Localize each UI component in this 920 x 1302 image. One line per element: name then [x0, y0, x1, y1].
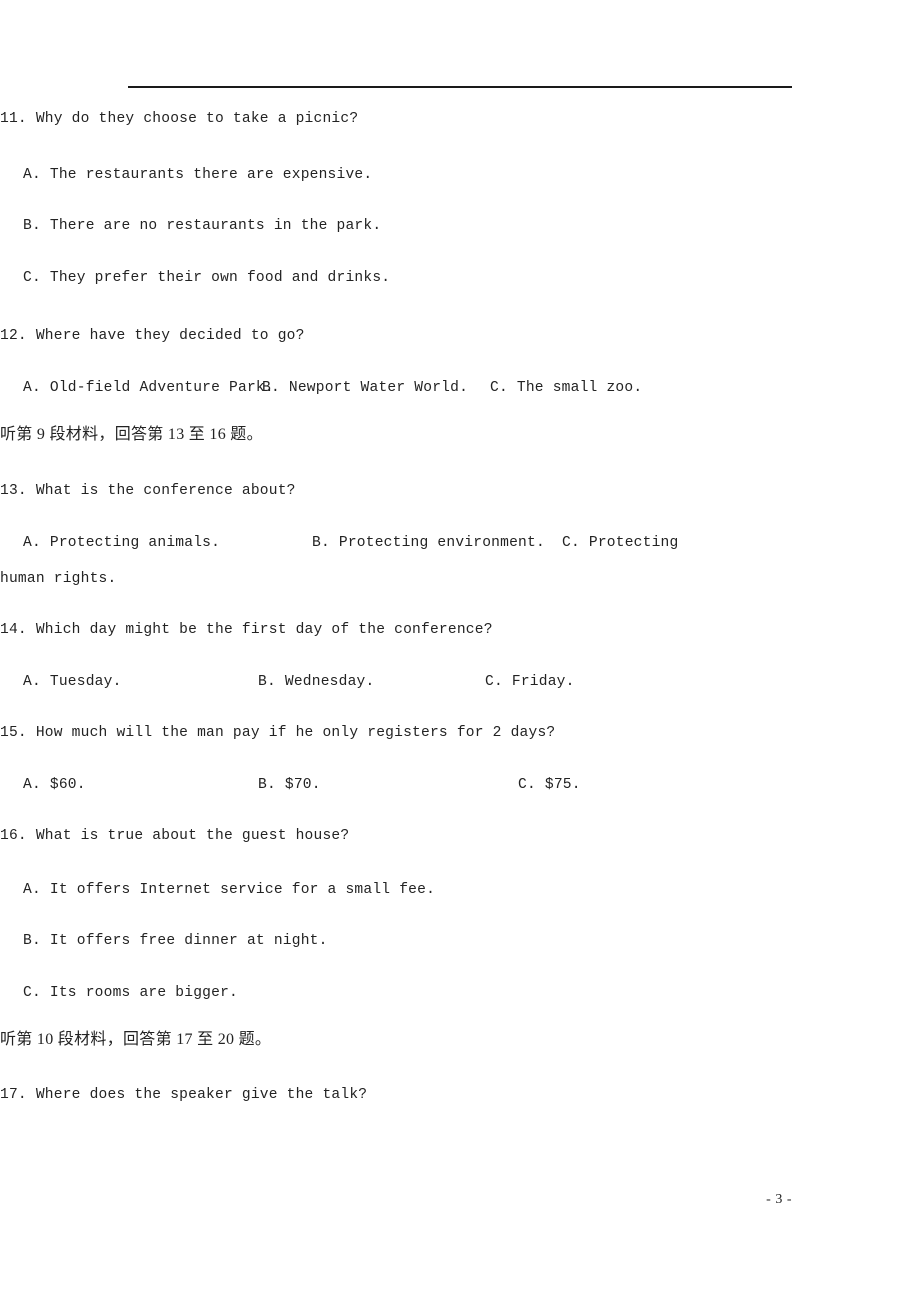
option-15-c[interactable]: C. $75.	[518, 776, 581, 795]
question-block-15: 15. How much will the man pay if he only…	[0, 724, 668, 795]
header-rule	[128, 86, 792, 88]
section-instruction-material-10: 听第 10 段材料，回答第 17 至 20 题。	[0, 1030, 668, 1050]
option-15-b[interactable]: B. $70.	[258, 776, 321, 795]
question-block-17: 17. Where does the speaker give the talk…	[0, 1086, 668, 1105]
option-16-c[interactable]: C. Its rooms are bigger.	[0, 984, 668, 1003]
option-13-c-continuation[interactable]: human rights.	[0, 570, 668, 589]
option-row-12: A. Old-field Adventure Park. B. Newport …	[0, 379, 668, 398]
question-block-14: 14. Which day might be the first day of …	[0, 621, 668, 692]
question-block-16: 16. What is true about the guest house? …	[0, 827, 668, 1003]
option-row-13: A. Protecting animals. B. Protecting env…	[0, 534, 678, 553]
page-footer: - 3 -	[0, 1192, 920, 1208]
question-stem-12: 12. Where have they decided to go?	[0, 328, 305, 344]
option-15-a[interactable]: A. $60.	[23, 776, 86, 795]
page-number: - 3 -	[766, 1192, 792, 1207]
instruction-text-10: 听第 10 段材料，回答第 17 至 20 题。	[0, 1031, 272, 1048]
instruction-text-9: 听第 9 段材料，回答第 13 至 16 题。	[0, 426, 263, 443]
question-block-11: 11. Why do they choose to take a picnic?…	[0, 110, 668, 288]
option-row-14: A. Tuesday. B. Wednesday. C. Friday.	[0, 673, 668, 692]
question-stem-13: 13. What is the conference about?	[0, 483, 296, 499]
option-13-c[interactable]: C. Protecting	[562, 534, 678, 553]
section-instruction-material-9: 听第 9 段材料，回答第 13 至 16 题。	[0, 425, 668, 445]
question-stem-15: 15. How much will the man pay if he only…	[0, 725, 556, 741]
option-14-a[interactable]: A. Tuesday.	[23, 673, 122, 692]
option-13-b[interactable]: B. Protecting environment.	[312, 534, 545, 553]
exam-page: 11. Why do they choose to take a picnic?…	[0, 0, 920, 1302]
option-row-15: A. $60. B. $70. C. $75.	[0, 776, 668, 795]
question-block-12: 12. Where have they decided to go? A. Ol…	[0, 327, 668, 398]
option-13-a[interactable]: A. Protecting animals.	[23, 534, 220, 553]
question-stem-11: 11. Why do they choose to take a picnic?	[0, 111, 359, 127]
option-11-c[interactable]: C. They prefer their own food and drinks…	[0, 269, 668, 288]
option-14-b[interactable]: B. Wednesday.	[258, 673, 374, 692]
question-block-13: 13. What is the conference about? A. Pro…	[0, 482, 678, 589]
option-12-c[interactable]: C. The small zoo.	[490, 379, 642, 398]
question-stem-17: 17. Where does the speaker give the talk…	[0, 1087, 368, 1103]
question-stem-14: 14. Which day might be the first day of …	[0, 622, 493, 638]
option-11-a[interactable]: A. The restaurants there are expensive.	[0, 166, 668, 185]
option-16-b[interactable]: B. It offers free dinner at night.	[0, 932, 668, 951]
option-14-c[interactable]: C. Friday.	[485, 673, 575, 692]
option-11-b[interactable]: B. There are no restaurants in the park.	[0, 217, 668, 236]
option-16-a[interactable]: A. It offers Internet service for a smal…	[0, 881, 668, 900]
option-12-a[interactable]: A. Old-field Adventure Park.	[23, 379, 274, 398]
option-12-b[interactable]: B. Newport Water World.	[262, 379, 468, 398]
question-stem-16: 16. What is true about the guest house?	[0, 828, 350, 844]
